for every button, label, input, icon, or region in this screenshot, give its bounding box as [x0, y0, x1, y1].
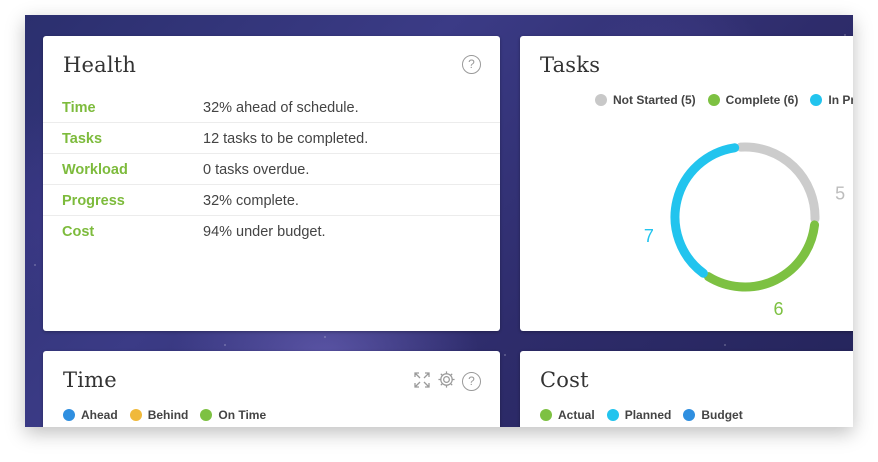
gear-icon[interactable]	[437, 370, 456, 393]
cost-title: Cost	[540, 368, 589, 392]
health-label[interactable]: Progress	[62, 193, 125, 209]
cost-card: Cost Actual Planned Budget	[520, 351, 853, 427]
donut-label-complete: 6	[774, 299, 784, 319]
health-row-progress: Progress 32% complete.	[43, 185, 500, 216]
health-value: 12 tasks to be completed.	[203, 131, 369, 147]
health-value: 0 tasks overdue.	[203, 162, 310, 178]
legend-item-budget[interactable]: Budget	[683, 408, 743, 422]
health-label[interactable]: Cost	[62, 224, 94, 240]
donut-segment-in-progress[interactable]	[670, 143, 740, 278]
health-card: Health ? Time 32% ahead of schedule. Tas…	[43, 36, 500, 331]
health-row-workload: Workload 0 tasks overdue.	[43, 154, 500, 185]
donut-label-in-progress: 7	[644, 226, 654, 246]
time-card: Time ? Ahead Behind On Time	[43, 351, 500, 427]
donut-label-not-started: 5	[835, 183, 845, 203]
health-value: 94% under budget.	[203, 224, 326, 240]
time-toolbar: ?	[407, 370, 481, 393]
time-title: Time	[63, 368, 117, 392]
legend-dot-icon	[540, 409, 552, 421]
tasks-donut-chart: 5 6 7	[644, 142, 845, 319]
legend-item-planned[interactable]: Planned	[606, 408, 672, 422]
legend-item-behind[interactable]: Behind	[129, 408, 189, 422]
legend-item-actual[interactable]: Actual	[540, 408, 595, 422]
health-label[interactable]: Time	[62, 100, 96, 116]
health-row-time: Time 32% ahead of schedule.	[43, 92, 500, 123]
legend-label: Planned	[624, 408, 672, 422]
expand-icon[interactable]	[413, 371, 431, 393]
time-legend: Ahead Behind On Time	[63, 408, 278, 422]
legend-item-ahead[interactable]: Ahead	[63, 408, 118, 422]
dashboard-frame: Health ? Time 32% ahead of schedule. Tas…	[25, 15, 853, 427]
health-row-cost: Cost 94% under budget.	[43, 216, 500, 247]
legend-label: Budget	[701, 408, 743, 422]
help-icon[interactable]: ?	[462, 55, 481, 74]
health-label[interactable]: Tasks	[62, 131, 102, 147]
health-label[interactable]: Workload	[62, 162, 128, 178]
health-value: 32% ahead of schedule.	[203, 100, 359, 116]
legend-dot-icon	[683, 409, 696, 421]
legend-item-on-time[interactable]: On Time	[200, 408, 266, 422]
health-title: Health	[63, 53, 137, 77]
cost-legend: Actual Planned Budget	[540, 408, 755, 422]
legend-label: Behind	[147, 408, 189, 422]
health-list: Time 32% ahead of schedule. Tasks 12 tas…	[43, 92, 500, 247]
legend-dot-icon	[129, 409, 142, 421]
help-icon[interactable]: ?	[462, 372, 481, 391]
legend-label: Ahead	[81, 408, 118, 422]
health-row-tasks: Tasks 12 tasks to be completed.	[43, 123, 500, 154]
legend-label: On Time	[218, 408, 267, 422]
legend-dot-icon	[63, 409, 75, 421]
legend-dot-icon	[200, 409, 213, 421]
tasks-card: Tasks Not Started (5) Complete (6) In Pr…	[520, 36, 853, 331]
donut-segment-complete[interactable]	[703, 220, 820, 292]
donut-segment-not-started[interactable]	[736, 142, 820, 224]
legend-label: Actual	[558, 408, 595, 422]
health-value: 32% complete.	[203, 193, 299, 209]
legend-dot-icon	[606, 409, 619, 421]
